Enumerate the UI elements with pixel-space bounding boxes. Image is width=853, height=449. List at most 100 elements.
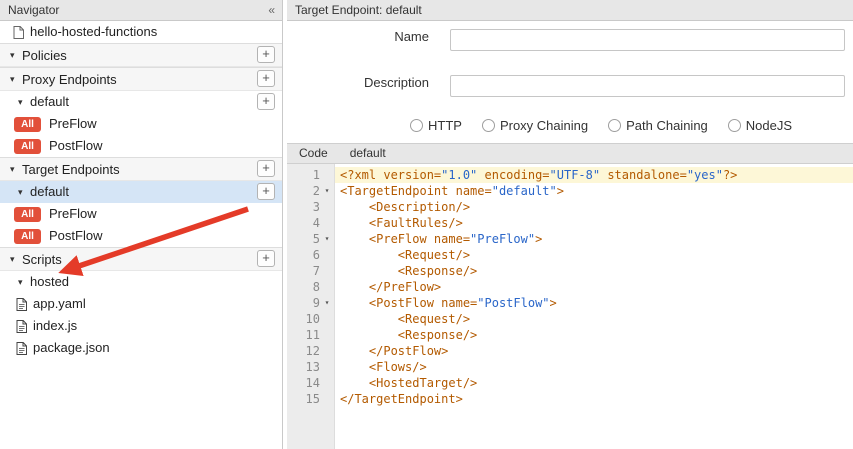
tree-item-proxy-root[interactable]: hello-hosted-functions bbox=[0, 21, 282, 43]
flow-item-target-postflow[interactable]: All PostFlow bbox=[0, 225, 282, 247]
radio-label: Path Chaining bbox=[626, 118, 708, 133]
flow-label: PostFlow bbox=[49, 225, 102, 247]
code-line[interactable]: <Response/> bbox=[335, 263, 853, 279]
radio-path-chaining[interactable]: Path Chaining bbox=[608, 118, 708, 133]
line-number[interactable]: 4 bbox=[287, 215, 334, 231]
line-number[interactable]: 6 bbox=[287, 247, 334, 263]
section-target-endpoints[interactable]: ▾ Target Endpoints + bbox=[0, 157, 282, 181]
tree-item-target-endpoint-default[interactable]: ▾ default + bbox=[0, 181, 282, 203]
description-row: Description bbox=[287, 75, 429, 90]
line-number[interactable]: 12 bbox=[287, 343, 334, 359]
section-policies[interactable]: ▾ Policies + bbox=[0, 43, 282, 67]
section-scripts[interactable]: ▾ Scripts + bbox=[0, 247, 282, 271]
caret-down-icon[interactable]: ▾ bbox=[10, 68, 22, 91]
code-lines[interactable]: <?xml version="1.0" encoding="UTF-8" sta… bbox=[335, 164, 853, 449]
caret-down-icon[interactable]: ▾ bbox=[18, 91, 30, 113]
endpoint-label: default bbox=[30, 181, 69, 203]
add-target-endpoint-button[interactable]: + bbox=[257, 160, 275, 177]
code-line[interactable]: </PostFlow> bbox=[335, 343, 853, 359]
radio-proxy-chaining[interactable]: Proxy Chaining bbox=[482, 118, 588, 133]
add-script-button[interactable]: + bbox=[257, 250, 275, 267]
line-number[interactable]: 14 bbox=[287, 375, 334, 391]
add-flow-button[interactable]: + bbox=[257, 183, 275, 200]
section-label: Target Endpoints bbox=[22, 158, 120, 181]
add-policy-button[interactable]: + bbox=[257, 46, 275, 63]
caret-down-icon[interactable]: ▾ bbox=[10, 158, 22, 181]
section-label: Policies bbox=[22, 44, 67, 67]
code-editor[interactable]: 12▾345▾6789▾101112131415 <?xml version="… bbox=[287, 164, 853, 449]
caret-down-icon[interactable]: ▾ bbox=[18, 271, 30, 293]
navigator-panel: Navigator « hello-hosted-functions ▾ Pol… bbox=[0, 0, 283, 449]
all-badge: All bbox=[14, 139, 41, 154]
radio-label: Proxy Chaining bbox=[500, 118, 588, 133]
code-line[interactable]: <PostFlow name="PostFlow"> bbox=[335, 295, 853, 311]
tree-item-proxy-endpoint-default[interactable]: ▾ default + bbox=[0, 91, 282, 113]
radio-http[interactable]: HTTP bbox=[410, 118, 462, 133]
file-label: index.js bbox=[33, 315, 77, 337]
all-badge: All bbox=[14, 229, 41, 244]
caret-down-icon[interactable]: ▾ bbox=[10, 44, 22, 67]
code-line[interactable]: <Request/> bbox=[335, 311, 853, 327]
line-number[interactable]: 10 bbox=[287, 311, 334, 327]
code-line[interactable]: <Response/> bbox=[335, 327, 853, 343]
code-tab-bar: Code default bbox=[287, 143, 853, 164]
tree-item-file-package-json[interactable]: package.json bbox=[0, 337, 282, 359]
line-number[interactable]: 3 bbox=[287, 199, 334, 215]
code-line[interactable]: </TargetEndpoint> bbox=[335, 391, 853, 407]
caret-down-icon[interactable]: ▾ bbox=[18, 181, 30, 203]
code-line[interactable]: <Description/> bbox=[335, 199, 853, 215]
line-number[interactable]: 2▾ bbox=[287, 183, 334, 199]
detail-header: Target Endpoint: default bbox=[287, 0, 853, 21]
line-number[interactable]: 9▾ bbox=[287, 295, 334, 311]
name-input[interactable] bbox=[450, 29, 845, 51]
code-line[interactable]: <TargetEndpoint name="default"> bbox=[335, 183, 853, 199]
name-row: Name bbox=[287, 29, 429, 44]
code-line[interactable]: <PreFlow name="PreFlow"> bbox=[335, 231, 853, 247]
flow-item-proxy-postflow[interactable]: All PostFlow bbox=[0, 135, 282, 157]
tree-item-file-index-js[interactable]: index.js bbox=[0, 315, 282, 337]
add-flow-button[interactable]: + bbox=[257, 93, 275, 110]
flow-label: PreFlow bbox=[49, 203, 97, 225]
file-icon bbox=[16, 320, 28, 333]
tree-item-file-app-yaml[interactable]: app.yaml bbox=[0, 293, 282, 315]
code-line[interactable]: <Request/> bbox=[335, 247, 853, 263]
add-proxy-endpoint-button[interactable]: + bbox=[257, 70, 275, 87]
code-line[interactable]: </PreFlow> bbox=[335, 279, 853, 295]
tree-item-label: hello-hosted-functions bbox=[30, 21, 157, 43]
line-number[interactable]: 1 bbox=[287, 167, 334, 183]
section-label: Proxy Endpoints bbox=[22, 68, 117, 91]
line-number[interactable]: 11 bbox=[287, 327, 334, 343]
flow-item-target-preflow[interactable]: All PreFlow bbox=[0, 203, 282, 225]
radio-icon bbox=[410, 119, 423, 132]
description-input[interactable] bbox=[450, 75, 845, 97]
code-line[interactable]: <HostedTarget/> bbox=[335, 375, 853, 391]
tab-file-default[interactable]: default bbox=[350, 144, 386, 163]
radio-icon bbox=[728, 119, 741, 132]
folder-label: hosted bbox=[30, 271, 69, 293]
section-proxy-endpoints[interactable]: ▾ Proxy Endpoints + bbox=[0, 67, 282, 91]
endpoint-form: Name Description HTTP Proxy Chaining Pat bbox=[287, 21, 853, 143]
detail-panel: Target Endpoint: default Name Descriptio… bbox=[287, 0, 853, 449]
collapse-panel-icon[interactable]: « bbox=[268, 0, 274, 20]
line-number[interactable]: 7 bbox=[287, 263, 334, 279]
caret-down-icon[interactable]: ▾ bbox=[10, 248, 22, 271]
line-number[interactable]: 13 bbox=[287, 359, 334, 375]
line-number[interactable]: 5▾ bbox=[287, 231, 334, 247]
detail-title: Target Endpoint: default bbox=[295, 3, 422, 17]
all-badge: All bbox=[14, 207, 41, 222]
code-line[interactable]: <?xml version="1.0" encoding="UTF-8" sta… bbox=[335, 167, 853, 183]
code-line[interactable]: <FaultRules/> bbox=[335, 215, 853, 231]
radio-icon bbox=[608, 119, 621, 132]
line-number[interactable]: 15 bbox=[287, 391, 334, 407]
radio-nodejs[interactable]: NodeJS bbox=[728, 118, 792, 133]
file-label: package.json bbox=[33, 337, 110, 359]
code-line[interactable]: <Flows/> bbox=[335, 359, 853, 375]
line-numbers[interactable]: 12▾345▾6789▾101112131415 bbox=[287, 164, 335, 449]
line-number[interactable]: 8 bbox=[287, 279, 334, 295]
flow-item-proxy-preflow[interactable]: All PreFlow bbox=[0, 113, 282, 135]
flow-label: PreFlow bbox=[49, 113, 97, 135]
endpoint-type-radios: HTTP Proxy Chaining Path Chaining NodeJS bbox=[410, 118, 792, 133]
tree-item-hosted-folder[interactable]: ▾ hosted bbox=[0, 271, 282, 293]
file-label: app.yaml bbox=[33, 293, 86, 315]
all-badge: All bbox=[14, 117, 41, 132]
